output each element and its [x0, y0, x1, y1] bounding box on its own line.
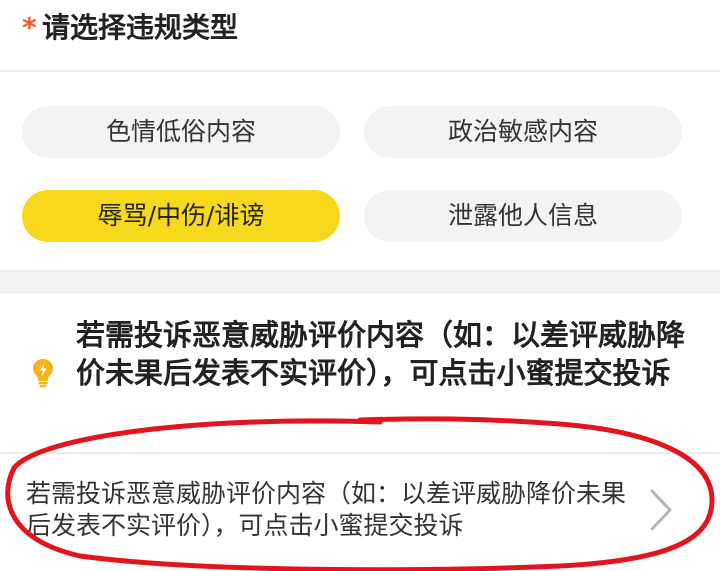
required-mark: * [22, 11, 37, 44]
tip-panel: 若需投诉恶意威胁评价内容（如：以差评威胁降价未果后发表不实评价），可点击小蜜提交… [0, 294, 720, 452]
section-gap [0, 270, 720, 294]
option-chip-privacy[interactable]: 泄露他人信息 [364, 190, 682, 242]
lightbulb-icon [33, 359, 53, 388]
xiaomi-complaint-link[interactable]: 若需投诉恶意威胁评价内容（如：以差评威胁降价未果后发表不实评价），可点击小蜜提交… [0, 454, 720, 571]
option-chip-political[interactable]: 政治敏感内容 [364, 106, 682, 158]
violation-type-header: * 请选择违规类型 [0, 0, 720, 70]
tip-text: 若需投诉恶意威胁评价内容（如：以差评威胁降价未果后发表不实评价），可点击小蜜提交… [76, 318, 686, 390]
chevron-right-icon [650, 489, 672, 531]
option-chip-pornographic[interactable]: 色情低俗内容 [22, 106, 340, 158]
option-chip-insult[interactable]: 辱骂/中伤/诽谤 [22, 190, 340, 242]
link-text: 若需投诉恶意威胁评价内容（如：以差评威胁降价未果后发表不实评价），可点击小蜜提交… [26, 479, 627, 540]
violation-type-options: 色情低俗内容 政治敏感内容 辱骂/中伤/诽谤 泄露他人信息 [0, 72, 720, 270]
section-title: 请选择违规类型 [42, 11, 239, 44]
